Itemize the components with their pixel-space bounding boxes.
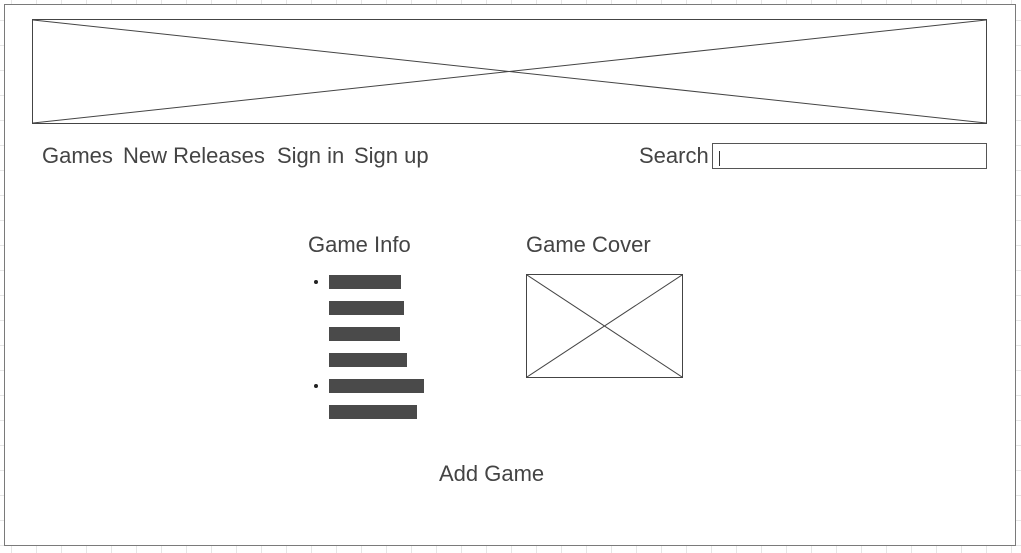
add-game-button[interactable]: Add Game xyxy=(439,461,544,487)
text-placeholder-bar xyxy=(329,379,424,393)
search-label: Search xyxy=(639,143,709,168)
text-placeholder-bar xyxy=(329,405,417,419)
text-placeholder-bar xyxy=(329,301,404,315)
game-cover-heading: Game Cover xyxy=(526,232,651,257)
search-input[interactable] xyxy=(712,143,987,169)
text-placeholder-bar xyxy=(329,275,401,289)
nav-link-sign-in[interactable]: Sign in xyxy=(277,143,344,169)
list-bullet xyxy=(314,384,318,388)
game-cover-image-placeholder xyxy=(526,274,683,378)
nav-link-games[interactable]: Games xyxy=(42,143,113,169)
text-placeholder-bar xyxy=(329,327,400,341)
list-bullet xyxy=(314,280,318,284)
nav-link-sign-up[interactable]: Sign up xyxy=(354,143,429,169)
nav-link-new-releases[interactable]: New Releases xyxy=(123,143,265,169)
game-info-heading: Game Info xyxy=(308,232,411,257)
banner-image-placeholder xyxy=(32,19,987,124)
text-caret xyxy=(719,151,720,166)
text-placeholder-bar xyxy=(329,353,407,367)
